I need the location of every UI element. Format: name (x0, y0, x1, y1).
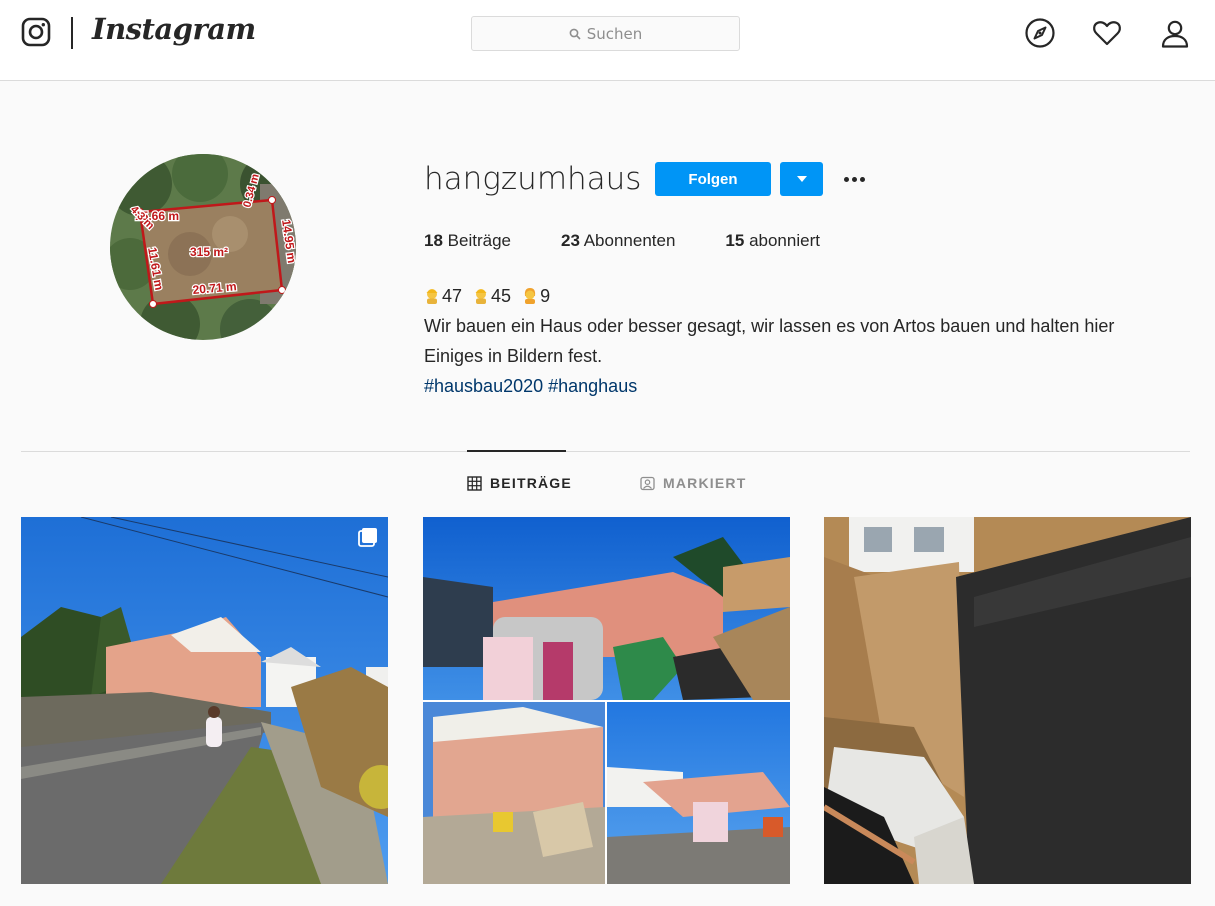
stat-followers-count: 23 (560, 231, 580, 250)
instagram-wordmark[interactable]: Instagram (92, 12, 256, 46)
dot (843, 176, 849, 182)
post-thumbnail-3[interactable] (824, 517, 1191, 884)
profile-icon[interactable] (1159, 17, 1191, 49)
dot (859, 176, 865, 182)
profile-stats: 18 Beiträge 23 Abonnenten 15 abonniert (424, 231, 870, 251)
search-placeholder: Suchen (586, 24, 643, 43)
tab-tagged-label: MARKIERT (663, 475, 747, 491)
bio-text-line-1: Wir bauen ein Haus oder besser gesagt, w… (424, 316, 1115, 336)
profile-avatar[interactable]: 15.66 m 315 m² 20.71 m 11.61 m 14.95 m 0… (110, 154, 296, 340)
tab-tagged[interactable]: MARKIERT (640, 475, 746, 491)
heart-icon[interactable] (1091, 17, 1123, 49)
stat-posts[interactable]: 18 Beiträge (424, 231, 511, 251)
profile-bio: 47 45 9 Wir bauen ein Haus oder besser g… (424, 281, 1194, 401)
stat-following-count: 15 (725, 231, 745, 250)
tab-posts-label: BEITRÄGE (490, 475, 572, 491)
bio-emoji-line: 47 45 9 (424, 281, 1194, 311)
grid-icon (467, 475, 482, 491)
bio-count-1: 47 (442, 286, 463, 306)
stat-following-label: abonniert (749, 231, 820, 250)
tagged-person-icon (640, 476, 655, 490)
bio-count-3: 9 (540, 286, 551, 306)
top-navigation-bar: Instagram Suchen (0, 0, 1215, 81)
stat-followers-label: Abonnenten (583, 231, 676, 250)
construction-worker-emoji-icon (426, 289, 438, 304)
active-tab-indicator (467, 450, 566, 452)
dot (851, 176, 857, 182)
stat-posts-label: Beiträge (447, 231, 511, 250)
instagram-glyph-icon[interactable] (21, 17, 51, 47)
post-photo (21, 517, 388, 884)
female-worker-emoji-icon (475, 289, 487, 304)
avatar-area-label: 315 m² (190, 245, 228, 259)
post-thumbnail-2[interactable] (423, 517, 790, 884)
more-options-button[interactable] (838, 166, 870, 192)
profile-username: hangzumhaus (424, 161, 642, 197)
suggestions-dropdown-button[interactable] (780, 162, 823, 196)
explore-compass-icon[interactable] (1024, 17, 1056, 49)
search-icon (569, 28, 581, 40)
bio-hashtags[interactable]: #hausbau2020 #hanghaus (424, 371, 1194, 401)
tabs-divider (21, 451, 1190, 452)
follow-button[interactable]: Folgen (655, 162, 771, 196)
child-emoji-icon (524, 288, 536, 304)
carousel-multiple-icon (358, 528, 377, 547)
stat-posts-count: 18 (424, 231, 443, 250)
stat-followers[interactable]: 23 Abonnenten (561, 231, 675, 251)
stat-following[interactable]: 15 abonniert (725, 231, 820, 251)
tab-posts[interactable]: BEITRÄGE (467, 475, 572, 491)
caret-down-icon (796, 176, 807, 182)
bio-text-line-2: Einiges in Bildern fest. (424, 346, 603, 366)
post-thumbnail-1[interactable] (21, 517, 388, 884)
post-photo (423, 517, 790, 884)
post-photo (824, 517, 1191, 884)
search-input[interactable]: Suchen (471, 16, 740, 51)
bio-count-2: 45 (491, 286, 512, 306)
logo-separator (71, 17, 73, 49)
